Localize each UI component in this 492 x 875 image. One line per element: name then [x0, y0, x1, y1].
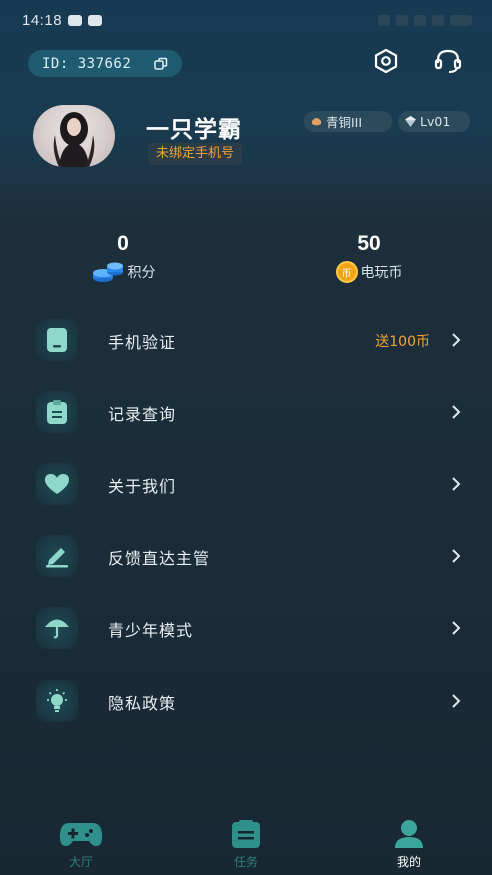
- user-id-chip[interactable]: ID: 337662: [28, 50, 182, 77]
- username: 一只学霸: [146, 117, 242, 143]
- phone-status-badge[interactable]: 未绑定手机号: [148, 143, 243, 165]
- tab-task[interactable]: 任务: [206, 819, 286, 870]
- signal-icon: [432, 14, 444, 26]
- chevron-right-icon: [452, 621, 461, 635]
- menu-item-privacy[interactable]: 隐私政策: [0, 672, 492, 732]
- bottom-nav: 大厅 任务 我的: [0, 803, 492, 875]
- menu-item-feedback[interactable]: 反馈直达主管: [0, 527, 492, 587]
- points-value: 0: [117, 232, 129, 255]
- menu-item-about[interactable]: 关于我们: [0, 455, 492, 515]
- chevron-right-icon: [452, 694, 461, 708]
- level-badge[interactable]: Lv01: [398, 111, 470, 132]
- diamond-level-icon: [405, 116, 416, 127]
- menu-reward-note: 送100币: [375, 334, 430, 350]
- hexagon-settings-icon: [374, 48, 398, 74]
- rank-badge[interactable]: 青铜III: [304, 111, 392, 132]
- menu-label: 手机验证: [108, 333, 177, 352]
- coins-value: 50: [357, 232, 381, 255]
- status-indicators: [378, 14, 472, 26]
- vibrate-icon: [396, 14, 408, 26]
- customer-service-button[interactable]: [432, 45, 464, 77]
- check-notification-icon: [88, 14, 103, 26]
- phone-icon: [47, 328, 67, 352]
- headset-icon: [434, 49, 462, 73]
- chevron-right-icon: [452, 477, 461, 491]
- tab-label: 我的: [396, 855, 421, 869]
- menu-item-phone-verify[interactable]: 手机验证 送100币: [0, 311, 492, 371]
- points-label: 积分: [127, 265, 156, 281]
- user-icon: [395, 820, 423, 848]
- menu-label: 青少年模式: [108, 621, 194, 640]
- pencil-icon: [46, 548, 68, 568]
- tab-hall[interactable]: 大厅: [41, 819, 121, 870]
- tab-label: 大厅: [68, 855, 93, 869]
- coins-stat[interactable]: 50 币 电玩币: [294, 232, 444, 283]
- menu-label: 关于我们: [108, 477, 177, 496]
- message-notification-icon: [68, 14, 83, 26]
- status-bar: 14:18: [22, 8, 472, 32]
- wifi-icon: [414, 14, 426, 26]
- tab-label: 任务: [233, 855, 258, 869]
- clipboard-icon: [47, 400, 67, 424]
- menu-label: 记录查询: [108, 405, 177, 424]
- points-stat[interactable]: 0 积分: [48, 232, 198, 283]
- rank-label: 青铜III: [326, 115, 363, 130]
- coin-icon: 币: [335, 261, 358, 283]
- task-list-icon: [232, 820, 260, 848]
- battery-icon: [450, 14, 472, 26]
- heart-icon: [45, 474, 69, 494]
- level-label: Lv01: [420, 114, 451, 129]
- gamepad-icon: [59, 823, 103, 846]
- copy-icon[interactable]: [154, 57, 168, 71]
- menu-item-youth-mode[interactable]: 青少年模式: [0, 599, 492, 659]
- status-time: 14:18: [22, 11, 63, 29]
- coins-label: 电玩币: [360, 265, 403, 281]
- menu-label: 隐私政策: [108, 694, 177, 713]
- avatar-image: [53, 112, 95, 167]
- bronze-rank-icon: [312, 118, 321, 126]
- chevron-right-icon: [452, 405, 461, 419]
- user-id-label: ID: 337662: [42, 55, 132, 72]
- tab-mine[interactable]: 我的: [369, 819, 449, 870]
- chevron-right-icon: [452, 333, 461, 347]
- chevron-right-icon: [452, 549, 461, 563]
- nfc-icon: [378, 14, 390, 26]
- menu-label: 反馈直达主管: [108, 549, 211, 568]
- settings-button[interactable]: [370, 45, 402, 77]
- umbrella-icon: [45, 619, 69, 639]
- lightbulb-icon: [47, 689, 67, 712]
- avatar[interactable]: [33, 105, 115, 167]
- coin-stack-icon: [92, 262, 123, 282]
- menu-item-records[interactable]: 记录查询: [0, 383, 492, 443]
